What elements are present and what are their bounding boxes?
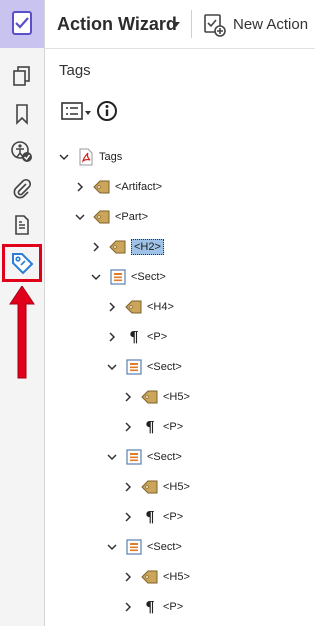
- chevron-right-icon[interactable]: [121, 390, 135, 404]
- chevron-right-icon[interactable]: [121, 480, 135, 494]
- sect-icon: [125, 448, 143, 466]
- tree-item-label: <H4>: [147, 301, 174, 313]
- tree-item[interactable]: <Part>: [73, 206, 148, 228]
- chevron-right-icon[interactable]: [121, 420, 135, 434]
- action-wizard-button[interactable]: Action Wizard: [57, 14, 177, 35]
- tree-item[interactable]: <Sect>: [105, 446, 182, 468]
- tag-icon: [93, 178, 111, 196]
- tree-item[interactable]: <H4>: [105, 296, 174, 318]
- tree-item[interactable]: <H2>: [89, 236, 164, 258]
- tree-item-label: <Part>: [115, 211, 149, 223]
- options-menu-icon[interactable]: [61, 102, 83, 120]
- attachments-button[interactable]: [0, 170, 44, 206]
- options-chevron-down-icon[interactable]: [85, 111, 91, 115]
- chevron-down-icon[interactable]: [105, 360, 119, 374]
- tag-icon: [141, 388, 159, 406]
- tools-button[interactable]: [0, 0, 44, 48]
- tree-item-label: Tags: [99, 151, 123, 163]
- tree-item-label: <Sect>: [147, 451, 182, 463]
- pages-button[interactable]: [0, 58, 44, 94]
- tags-panel: Action Wizard New Action Tags Tags <Artif…: [45, 0, 315, 626]
- tags-button[interactable]: [2, 244, 42, 282]
- attachments-icon: [13, 178, 32, 199]
- tree-item[interactable]: Tags: [57, 146, 122, 168]
- tag-icon: [109, 238, 127, 256]
- chevron-right-icon[interactable]: [121, 570, 135, 584]
- tag-icon: [141, 568, 159, 586]
- pdf-icon: [77, 148, 95, 166]
- chevron-down-icon[interactable]: [89, 270, 103, 284]
- bookmarks-icon: [16, 104, 28, 125]
- tag-icon: [141, 478, 159, 496]
- chevron-right-icon[interactable]: [89, 240, 103, 254]
- tree-item[interactable]: <Artifact>: [73, 176, 162, 198]
- paragraph-icon: ¶: [145, 598, 155, 616]
- tree-item-label: <P>: [147, 331, 168, 343]
- tree-item-label: <Sect>: [147, 541, 182, 553]
- chevron-down-icon[interactable]: [73, 210, 87, 224]
- tree-item[interactable]: <H5>: [121, 566, 190, 588]
- tools-icon: [12, 11, 32, 35]
- tag-icon: [93, 208, 111, 226]
- pages-icon: [13, 66, 30, 86]
- paragraph-icon: ¶: [145, 508, 155, 526]
- header-divider: [191, 10, 192, 38]
- sect-icon: [109, 268, 127, 286]
- chevron-right-icon[interactable]: [105, 300, 119, 314]
- annotation-arrow: [9, 286, 35, 379]
- tree-item-label: <P>: [163, 601, 184, 613]
- new-action-icon[interactable]: [203, 13, 227, 37]
- tree-item-label: <H5>: [163, 391, 190, 403]
- bookmarks-button[interactable]: [0, 96, 44, 132]
- tree-item-label: <Sect>: [147, 361, 182, 373]
- tree-item-label: <Sect>: [131, 271, 166, 283]
- sect-icon: [125, 358, 143, 376]
- tree-item[interactable]: ¶ <P>: [121, 416, 183, 438]
- chevron-down-icon[interactable]: [105, 450, 119, 464]
- tree-item[interactable]: <H5>: [121, 386, 190, 408]
- chevron-right-icon[interactable]: [121, 510, 135, 524]
- chevron-down-icon[interactable]: [172, 22, 180, 27]
- chevron-down-icon[interactable]: [57, 150, 71, 164]
- tree-item[interactable]: <Sect>: [105, 356, 182, 378]
- tree-item[interactable]: ¶ <P>: [105, 326, 167, 348]
- tree-item-label: <P>: [163, 511, 184, 523]
- tree-item[interactable]: <Sect>: [105, 536, 182, 558]
- tree-item[interactable]: ¶ <P>: [121, 596, 183, 618]
- left-toolbar: [0, 0, 45, 626]
- tree-item[interactable]: ¶ <P>: [121, 506, 183, 528]
- paragraph-icon: ¶: [129, 328, 139, 346]
- tree-item[interactable]: <H5>: [121, 476, 190, 498]
- info-icon[interactable]: [96, 100, 118, 122]
- tree-item-label: <H2>: [131, 239, 164, 255]
- chevron-down-icon[interactable]: [105, 540, 119, 554]
- chevron-right-icon[interactable]: [73, 180, 87, 194]
- new-action-button[interactable]: New Action: [233, 16, 308, 33]
- tree-item-label: <Artifact>: [115, 181, 163, 193]
- chevron-right-icon[interactable]: [121, 600, 135, 614]
- chevron-right-icon[interactable]: [105, 330, 119, 344]
- content-icon: [15, 215, 29, 235]
- content-button[interactable]: [0, 207, 44, 243]
- panel-header: Action Wizard New Action: [45, 0, 315, 49]
- accessibility-icon: [11, 141, 32, 162]
- tree-item-label: <H5>: [163, 571, 190, 583]
- tree-item-label: <H5>: [163, 481, 190, 493]
- sect-icon: [125, 538, 143, 556]
- panel-title: Tags: [59, 62, 91, 79]
- tag-icon: [125, 298, 143, 316]
- tags-icon: [12, 253, 34, 275]
- accessibility-button[interactable]: [0, 134, 44, 170]
- paragraph-icon: ¶: [145, 418, 155, 436]
- tree-item[interactable]: <Sect>: [89, 266, 166, 288]
- tree-item-label: <P>: [163, 421, 184, 433]
